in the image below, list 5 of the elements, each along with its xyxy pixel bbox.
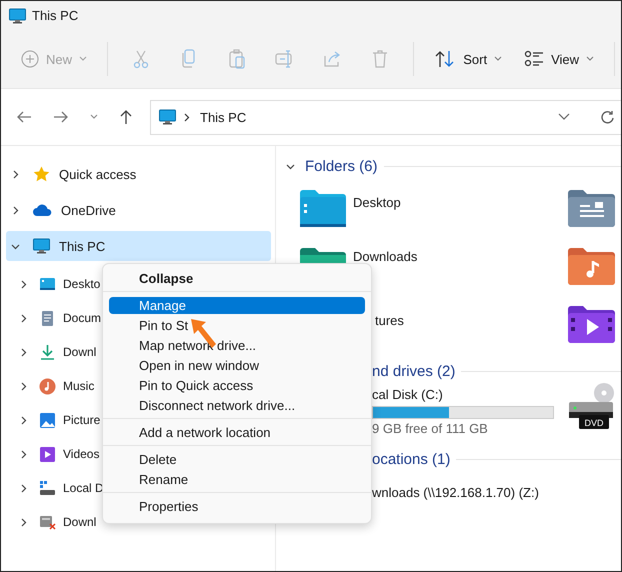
section-heading: nd drives (2) xyxy=(372,362,456,380)
free-space-text: 9 GB free of 111 GB xyxy=(372,421,489,436)
window-title: This PC xyxy=(32,8,78,23)
section-heading: ocations (1) xyxy=(372,450,450,468)
section-heading: Folders (6) xyxy=(305,158,378,174)
